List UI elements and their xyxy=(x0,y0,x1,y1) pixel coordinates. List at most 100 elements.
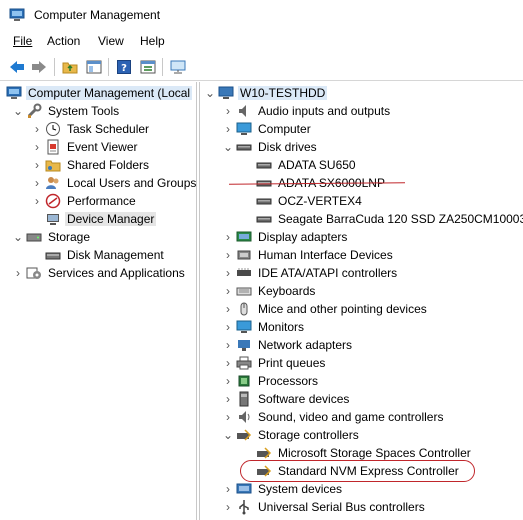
chevron-right-icon[interactable]: › xyxy=(222,356,234,370)
up-folder-icon[interactable] xyxy=(60,57,80,77)
tree-item-computer-management[interactable]: Computer Management (Local xyxy=(6,84,193,102)
tree-item-label: ADATA SU650 xyxy=(278,158,356,172)
tree-item-label: System devices xyxy=(258,482,343,496)
monitor-icon xyxy=(236,121,252,137)
chevron-right-icon[interactable]: › xyxy=(222,284,234,298)
chevron-right-icon[interactable]: › xyxy=(222,320,234,334)
menu-action[interactable]: Action xyxy=(47,34,80,48)
device-category-mice[interactable]: › Mice and other pointing devices xyxy=(222,300,429,318)
menu-file[interactable]: File xyxy=(13,34,32,48)
tree-item-shared-folders[interactable]: › Shared Folders xyxy=(31,156,151,174)
chevron-down-icon[interactable]: ⌄ xyxy=(12,230,24,244)
computer-management-icon xyxy=(6,85,22,101)
forward-arrow-icon[interactable] xyxy=(29,57,49,77)
chevron-right-icon[interactable]: › xyxy=(31,176,43,190)
tree-item-label: Keyboards xyxy=(258,284,316,298)
disk-drive-item[interactable]: ADATA SU650 xyxy=(256,156,358,174)
toolbar-separator xyxy=(162,58,163,76)
tree-item-local-users[interactable]: › Local Users and Groups xyxy=(31,174,198,192)
device-category-processors[interactable]: › Processors xyxy=(222,372,320,390)
tree-item-services-applications[interactable]: › Services and Applications xyxy=(12,264,187,282)
tree-item-event-viewer[interactable]: › Event Viewer xyxy=(31,138,139,156)
device-category-disk-drives[interactable]: ⌄ Disk drives xyxy=(222,138,319,156)
device-category-print[interactable]: › Print queues xyxy=(222,354,327,372)
chevron-right-icon[interactable]: › xyxy=(12,266,24,280)
chevron-right-icon[interactable]: › xyxy=(31,194,43,208)
network-adapter-icon xyxy=(236,337,252,353)
chevron-right-icon[interactable]: › xyxy=(222,392,234,406)
software-device-icon xyxy=(236,391,252,407)
chevron-right-icon[interactable]: › xyxy=(222,302,234,316)
title-bar: Computer Management xyxy=(0,0,523,30)
storage-controller-icon xyxy=(236,427,252,443)
menu-help-label: Help xyxy=(140,34,165,48)
device-category-usb[interactable]: › Universal Serial Bus controllers xyxy=(222,498,427,516)
tree-item-task-scheduler[interactable]: › Task Scheduler xyxy=(31,120,151,138)
device-category-storage-controllers[interactable]: ⌄ Storage controllers xyxy=(222,426,361,444)
chevron-right-icon[interactable]: › xyxy=(222,338,234,352)
svg-text:?: ? xyxy=(121,63,127,74)
chevron-right-icon[interactable]: › xyxy=(222,410,234,424)
device-category-network[interactable]: › Network adapters xyxy=(222,336,354,354)
disk-drive-icon xyxy=(256,211,272,227)
tree-item-label: Computer Management (Local xyxy=(26,86,193,100)
device-category-keyboards[interactable]: › Keyboards xyxy=(222,282,317,300)
mouse-icon xyxy=(236,301,252,317)
tree-item-performance[interactable]: › Performance xyxy=(31,192,138,210)
disk-drive-item[interactable]: OCZ-VERTEX4 xyxy=(256,192,364,210)
chevron-right-icon[interactable]: › xyxy=(31,158,43,172)
tree-item-device-manager[interactable]: Device Manager xyxy=(45,210,157,228)
device-category-monitors[interactable]: › Monitors xyxy=(222,318,306,336)
storage-controller-icon xyxy=(256,445,272,461)
tree-item-label: Mice and other pointing devices xyxy=(258,302,427,316)
tree-item-label: Human Interface Devices xyxy=(258,248,393,262)
tree-item-label: Sound, video and game controllers xyxy=(258,410,444,424)
menu-help[interactable]: Help xyxy=(140,34,165,48)
chevron-right-icon[interactable]: › xyxy=(31,122,43,136)
toolbar: ? xyxy=(0,53,523,81)
device-category-system-devices[interactable]: › System devices xyxy=(222,480,344,498)
chevron-right-icon[interactable]: › xyxy=(222,500,234,514)
chevron-right-icon[interactable]: › xyxy=(31,140,43,154)
help-icon[interactable]: ? xyxy=(114,57,134,77)
computer-icon xyxy=(218,85,234,101)
device-category-audio[interactable]: › Audio inputs and outputs xyxy=(222,102,392,120)
chevron-right-icon[interactable]: › xyxy=(222,374,234,388)
computer-management-icon xyxy=(9,8,25,22)
tree-item-label: Services and Applications xyxy=(48,266,185,280)
chevron-right-icon[interactable]: › xyxy=(222,230,234,244)
chevron-right-icon[interactable]: › xyxy=(222,248,234,262)
show-hide-tree-icon[interactable] xyxy=(84,57,104,77)
shared-folder-icon xyxy=(45,157,61,173)
tree-item-storage[interactable]: ⌄ Storage xyxy=(12,228,92,246)
device-tree-root[interactable]: ⌄ W10-TESTHDD xyxy=(204,84,328,102)
chevron-right-icon[interactable]: › xyxy=(222,104,234,118)
chevron-right-icon[interactable]: › xyxy=(222,266,234,280)
device-category-sound[interactable]: › Sound, video and game controllers xyxy=(222,408,445,426)
tree-item-disk-management[interactable]: Disk Management xyxy=(45,246,166,264)
device-category-hid[interactable]: › Human Interface Devices xyxy=(222,246,395,264)
device-category-software[interactable]: › Software devices xyxy=(222,390,351,408)
chevron-down-icon[interactable]: ⌄ xyxy=(222,428,234,442)
tree-item-label: Network adapters xyxy=(258,338,353,352)
menu-view[interactable]: View xyxy=(98,34,124,48)
disk-drive-item[interactable]: Seagate BarraCuda 120 SSD ZA250CM10003 xyxy=(256,210,523,228)
back-arrow-icon[interactable] xyxy=(7,57,27,77)
chevron-down-icon[interactable]: ⌄ xyxy=(204,86,216,100)
tree-item-label: IDE ATA/ATAPI controllers xyxy=(258,266,398,280)
window-title: Computer Management xyxy=(34,8,161,22)
toolbar-separator xyxy=(108,58,109,76)
tree-item-system-tools[interactable]: ⌄ System Tools xyxy=(12,102,121,120)
chevron-down-icon[interactable]: ⌄ xyxy=(12,104,24,118)
storage-icon xyxy=(26,229,42,245)
properties-icon[interactable] xyxy=(138,57,158,77)
monitor-icon[interactable] xyxy=(168,57,188,77)
disk-drive-icon xyxy=(256,157,272,173)
device-category-ide[interactable]: › IDE ATA/ATAPI controllers xyxy=(222,264,399,282)
disk-management-icon xyxy=(45,247,61,263)
chevron-down-icon[interactable]: ⌄ xyxy=(222,140,234,154)
device-category-display[interactable]: › Display adapters xyxy=(222,228,349,246)
chevron-right-icon[interactable]: › xyxy=(222,482,234,496)
chevron-right-icon[interactable]: › xyxy=(222,122,234,136)
device-category-computer[interactable]: › Computer xyxy=(222,120,313,138)
